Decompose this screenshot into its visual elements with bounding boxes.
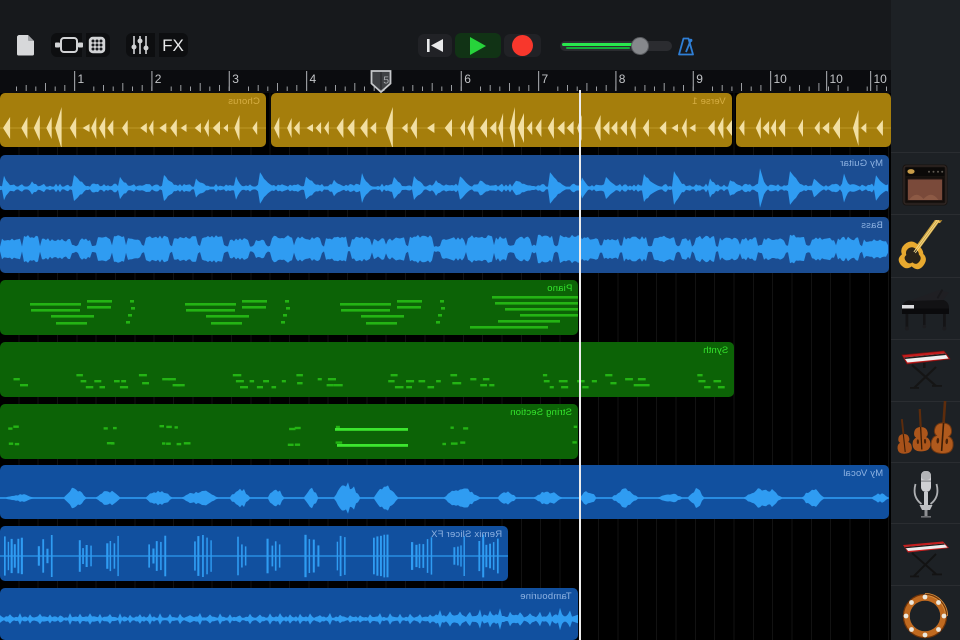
svg-text:5: 5	[383, 75, 389, 87]
svg-text:10: 10	[874, 72, 888, 86]
svg-text:2: 2	[155, 72, 162, 86]
svg-text:9: 9	[696, 72, 703, 86]
svg-text:1: 1	[78, 72, 85, 86]
svg-text:10: 10	[774, 72, 788, 86]
svg-text:3: 3	[232, 72, 239, 86]
svg-text:6: 6	[464, 72, 471, 86]
svg-text:7: 7	[542, 72, 549, 86]
svg-text:8: 8	[619, 72, 626, 86]
svg-text:10: 10	[830, 72, 844, 86]
svg-text:4: 4	[310, 72, 317, 86]
